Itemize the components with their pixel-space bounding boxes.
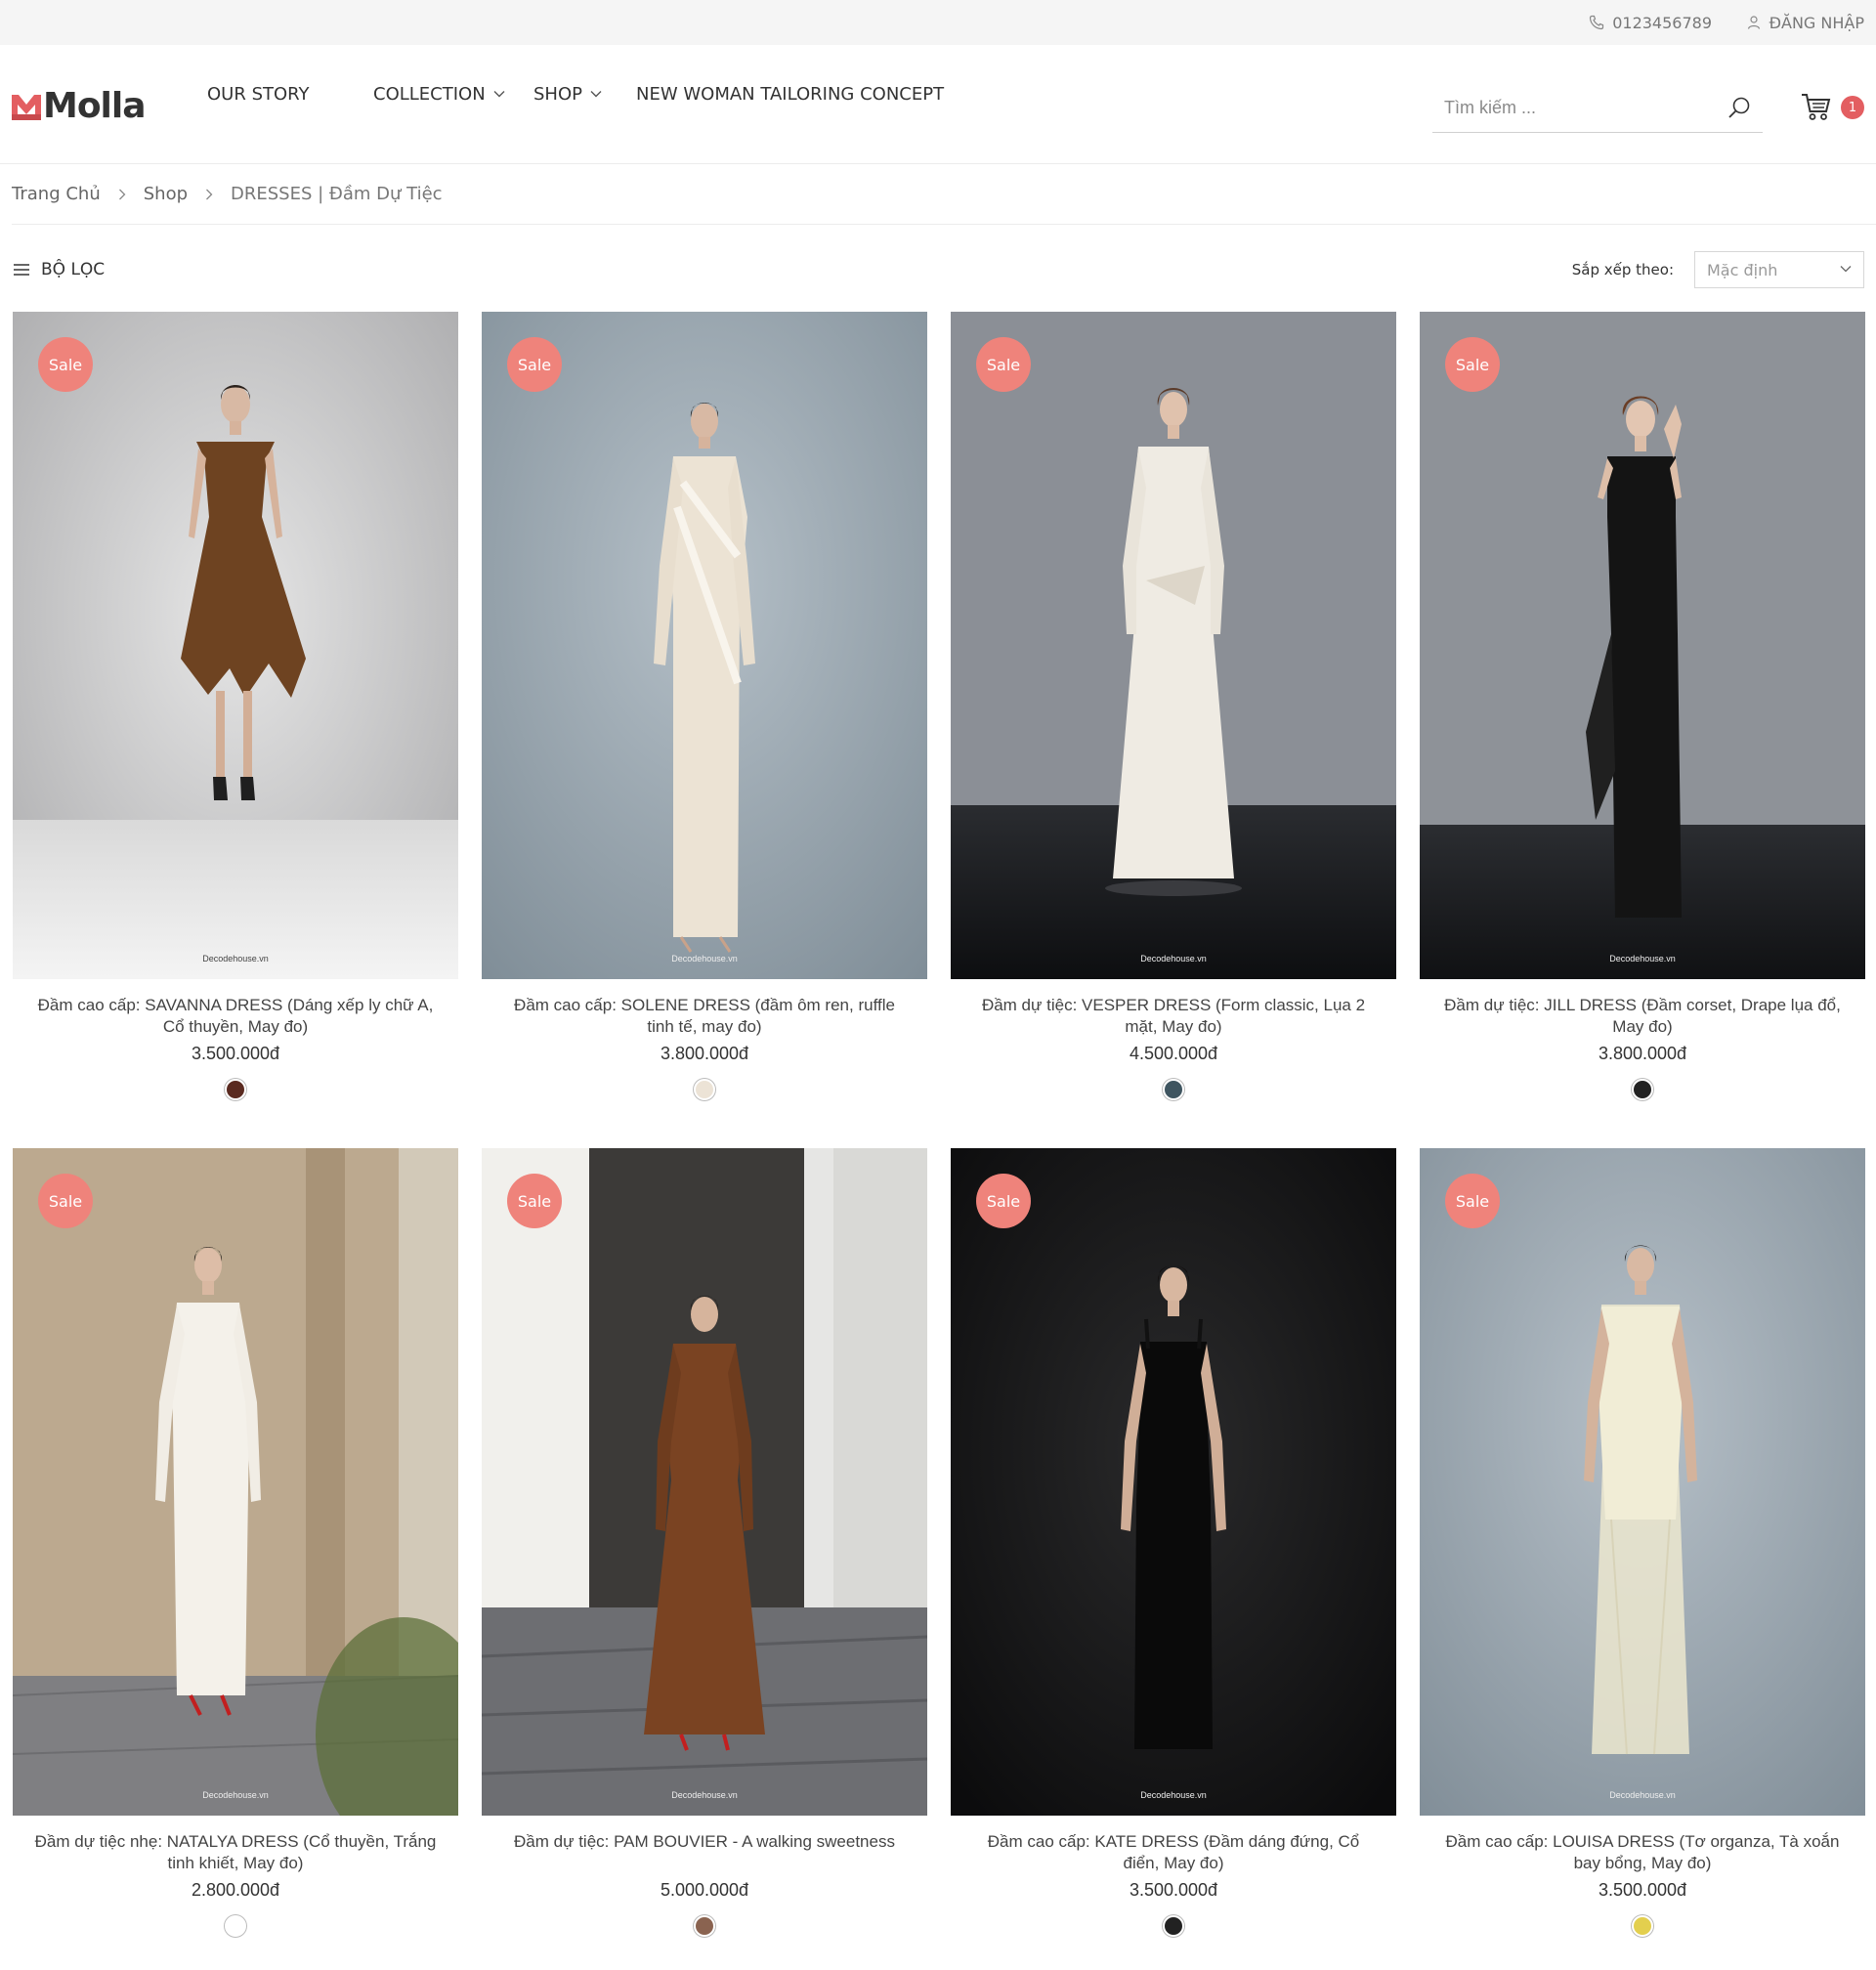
product-image[interactable]: Sale Decodehouse.vn [1420, 312, 1865, 979]
product-price: 3.800.000đ [1598, 1044, 1687, 1063]
watermark: Decodehouse.vn [1609, 954, 1676, 964]
product-image[interactable]: Sale Decodehouse.vn [13, 1148, 458, 1816]
top-bar: 0123456789 ĐĂNG NHẬP [0, 0, 1876, 45]
login-label: ĐĂNG NHẬP [1769, 13, 1864, 32]
chevron-right-icon [205, 189, 213, 200]
sale-badge: Sale [976, 1174, 1031, 1228]
product-price: 5.000.000đ [660, 1880, 749, 1900]
breadcrumb-current: DRESSES | Đầm Dự Tiệc [231, 184, 443, 204]
chevron-down-icon [590, 91, 602, 98]
cart-icon [1802, 94, 1831, 120]
phone-number: 0123456789 [1612, 13, 1712, 32]
search-icon[interactable] [1727, 96, 1751, 119]
color-swatch[interactable] [1632, 1079, 1653, 1100]
sort-label: Sắp xếp theo: [1571, 261, 1674, 278]
sale-badge: Sale [976, 337, 1031, 392]
watermark: Decodehouse.vn [671, 1790, 738, 1800]
sort-value: Mặc định [1707, 260, 1778, 279]
product-title[interactable]: Đầm dự tiệc: VESPER DRESS (Form classic,… [970, 995, 1377, 1038]
sale-badge: Sale [1445, 337, 1500, 392]
search-box [1432, 84, 1763, 133]
nav-label: NEW WOMAN TAILORING CONCEPT [636, 83, 945, 105]
color-swatch[interactable] [225, 1079, 246, 1100]
cart-button[interactable]: 1 [1801, 92, 1865, 125]
logo[interactable]: Molla [12, 86, 147, 126]
product-title[interactable]: Đầm cao cấp: SOLENE DRESS (đầm ôm ren, r… [501, 995, 908, 1038]
color-swatch[interactable] [225, 1915, 246, 1937]
nav-shop[interactable]: SHOP [533, 82, 602, 106]
breadcrumb-home[interactable]: Trang Chủ [12, 184, 101, 204]
breadcrumb: Trang Chủ Shop DRESSES | Đầm Dự Tiệc [12, 164, 1876, 225]
logo-text: Molla [43, 86, 147, 126]
filter-button[interactable]: BỘ LỌC [14, 249, 105, 290]
nav-new-woman-tailoring[interactable]: NEW WOMAN TAILORING CONCEPT [636, 82, 944, 106]
phone-link[interactable]: 0123456789 [1589, 0, 1712, 45]
menu-icon [14, 264, 29, 276]
product-image[interactable]: Sale Decodehouse.vn [1420, 1148, 1865, 1816]
nav-label: OUR STORY [207, 83, 310, 105]
nav-label: SHOP [533, 83, 582, 105]
sort-select[interactable]: Mặc định [1694, 251, 1864, 288]
watermark: Decodehouse.vn [1609, 1790, 1676, 1800]
product-price: 3.500.000đ [191, 1044, 280, 1063]
nav-collection[interactable]: COLLECTION [373, 82, 505, 106]
product-price: 3.500.000đ [1598, 1880, 1687, 1900]
product-image[interactable]: Sale Decodehouse.vn [482, 1148, 927, 1816]
watermark: Decodehouse.vn [1140, 1790, 1207, 1800]
product-image[interactable]: Sale Decodehouse.vn [951, 312, 1396, 979]
chevron-right-icon [118, 189, 126, 200]
login-link[interactable]: ĐĂNG NHẬP [1746, 0, 1864, 45]
filter-label: BỘ LỌC [41, 260, 106, 279]
product-title[interactable]: Đầm dự tiệc: PAM BOUVIER - A walking swe… [501, 1831, 908, 1853]
sale-badge: Sale [507, 337, 562, 392]
product-title[interactable]: Đầm cao cấp: KATE DRESS (Đầm dáng đứng, … [970, 1831, 1377, 1874]
search-input[interactable] [1444, 94, 1718, 121]
watermark: Decodehouse.vn [671, 954, 738, 964]
shop-toolbar: BỘ LỌC Sắp xếp theo: Mặc định [0, 249, 1876, 290]
product-price: 2.800.000đ [191, 1880, 280, 1900]
color-swatch[interactable] [694, 1915, 715, 1937]
color-swatch[interactable] [1163, 1915, 1184, 1937]
breadcrumb-shop[interactable]: Shop [144, 184, 188, 204]
phone-icon [1590, 15, 1604, 30]
product-title[interactable]: Đầm dự tiệc nhẹ: NATALYA DRESS (Cổ thuyề… [32, 1831, 439, 1874]
product-price: 3.500.000đ [1129, 1880, 1218, 1900]
product-title[interactable]: Đầm dự tiệc: JILL DRESS (Đầm corset, Dra… [1439, 995, 1846, 1038]
product-price: 3.800.000đ [660, 1044, 749, 1063]
watermark: Decodehouse.vn [202, 1790, 269, 1800]
chevron-down-icon [493, 91, 505, 98]
chevron-down-icon [1840, 266, 1852, 273]
sale-badge: Sale [507, 1174, 562, 1228]
product-image[interactable]: Sale Decodehouse.vn [951, 1148, 1396, 1816]
color-swatch[interactable] [694, 1079, 715, 1100]
product-price: 4.500.000đ [1129, 1044, 1218, 1063]
nav-label: COLLECTION [373, 83, 486, 105]
user-icon [1747, 16, 1760, 29]
sale-badge: Sale [38, 1174, 93, 1228]
header: Molla OUR STORY COLLECTION SHOP NEW WOMA… [0, 45, 1876, 164]
color-swatch[interactable] [1163, 1079, 1184, 1100]
color-swatch[interactable] [1632, 1915, 1653, 1937]
cart-count-badge: 1 [1841, 96, 1864, 119]
sale-badge: Sale [1445, 1174, 1500, 1228]
sale-badge: Sale [38, 337, 93, 392]
watermark: Decodehouse.vn [202, 954, 269, 964]
watermark: Decodehouse.vn [1140, 954, 1207, 964]
product-image[interactable]: Sale Decodehouse.vn [482, 312, 927, 979]
nav-our-story[interactable]: OUR STORY [207, 82, 310, 106]
product-title[interactable]: Đầm cao cấp: LOUISA DRESS (Tơ organza, T… [1439, 1831, 1846, 1874]
product-title[interactable]: Đầm cao cấp: SAVANNA DRESS (Dáng xếp ly … [32, 995, 439, 1038]
logo-mark-icon [12, 94, 41, 120]
product-image[interactable]: Sale Decodehouse.vn [13, 312, 458, 979]
